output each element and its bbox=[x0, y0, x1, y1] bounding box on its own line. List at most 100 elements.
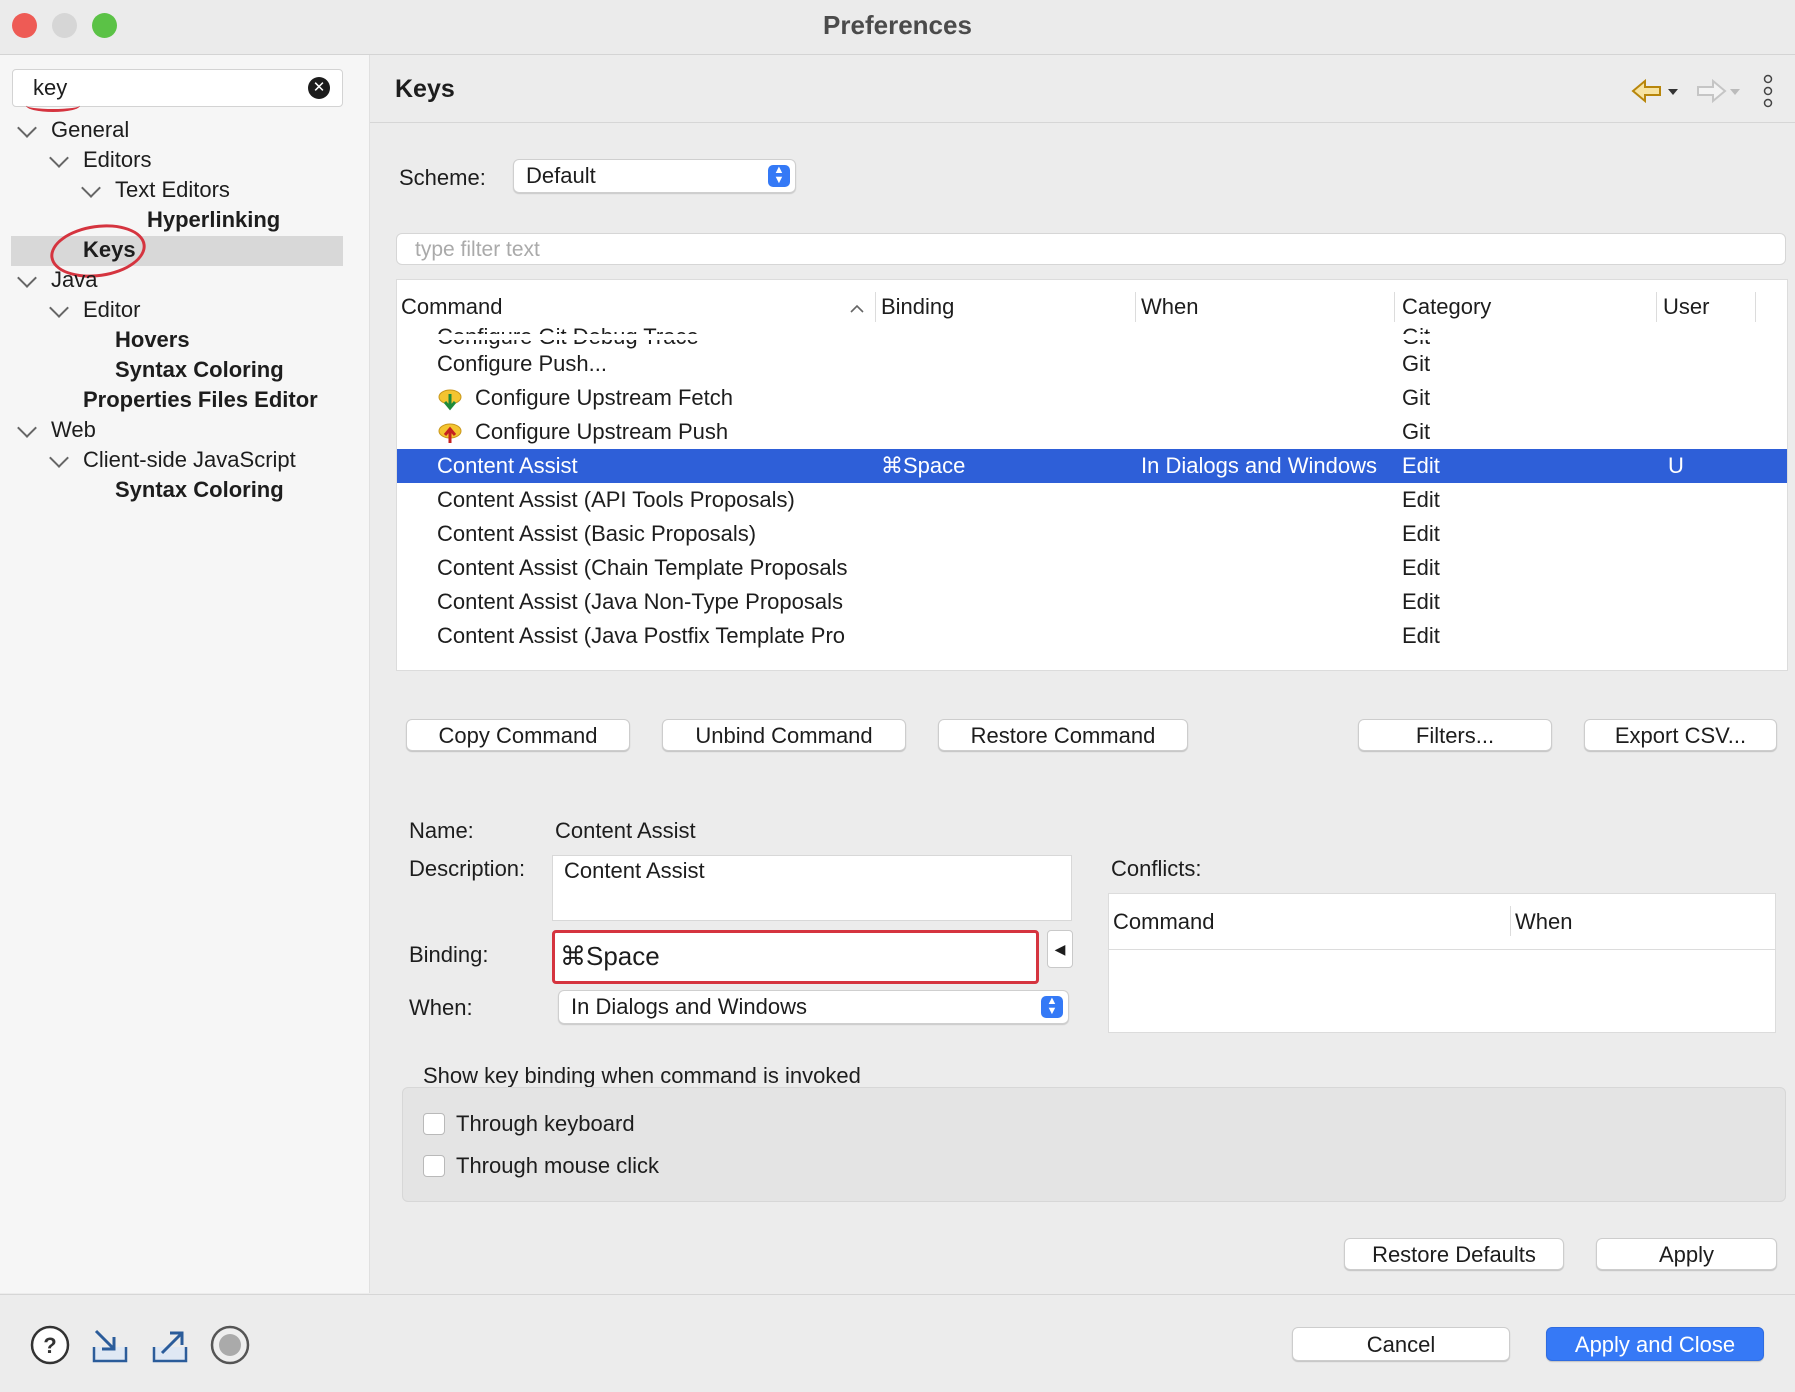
forward-arrow-icon[interactable] bbox=[1692, 77, 1742, 107]
show-binding-title: Show key binding when command is invoked bbox=[423, 1063, 861, 1088]
header-divider bbox=[370, 122, 1795, 123]
export-csv-button[interactable]: Export CSV... bbox=[1584, 719, 1777, 751]
chevron-down-icon[interactable] bbox=[17, 118, 37, 138]
row-clip bbox=[397, 334, 1787, 340]
cell-command: Content Assist (Java Postfix Template Pr… bbox=[437, 623, 845, 648]
binding-label: Binding: bbox=[409, 942, 489, 967]
tree-item-hyperlinking[interactable]: Hyperlinking bbox=[147, 205, 280, 235]
description-value: Content Assist bbox=[564, 858, 705, 883]
when-select[interactable]: In Dialogs and Windows ▲ ▼ bbox=[558, 990, 1069, 1024]
export-icon[interactable] bbox=[150, 1325, 190, 1365]
tree-item-java[interactable]: Java bbox=[51, 265, 97, 295]
title-bar: Preferences bbox=[0, 0, 1795, 55]
binding-value: ⌘Space bbox=[560, 941, 660, 971]
binding-input[interactable]: ⌘Space bbox=[552, 930, 1039, 984]
show-binding-group: Through keyboard Through mouse click bbox=[402, 1087, 1786, 1202]
push-cloud-icon bbox=[438, 423, 462, 443]
column-divider bbox=[1656, 292, 1657, 322]
through-keyboard-label[interactable]: Through keyboard bbox=[456, 1111, 635, 1137]
conflicts-column-command[interactable]: Command bbox=[1113, 909, 1214, 935]
apply-and-close-button[interactable]: Apply and Close bbox=[1546, 1327, 1764, 1361]
tree-item-editor[interactable]: Editor bbox=[83, 295, 140, 325]
table-row[interactable]: Content Assist (Java Postfix Template Pr… bbox=[397, 619, 1787, 653]
scheme-select[interactable]: Default ▲ ▼ bbox=[513, 159, 796, 193]
table-row[interactable]: Content Assist (API Tools Proposals) Edi… bbox=[397, 483, 1787, 517]
tree-item-general[interactable]: General bbox=[51, 115, 129, 145]
scheme-label: Scheme: bbox=[399, 165, 486, 190]
chevron-down-icon[interactable] bbox=[17, 418, 37, 438]
copy-command-button[interactable]: Copy Command bbox=[406, 719, 630, 751]
tree-item-editors[interactable]: Editors bbox=[83, 145, 151, 175]
sidebar: key ✕ General Editors Text Editors Hyper… bbox=[0, 55, 370, 1293]
stop-icon[interactable] bbox=[210, 1325, 250, 1365]
column-header-binding[interactable]: Binding bbox=[881, 294, 954, 320]
table-row[interactable]: Content Assist (Chain Template Proposals… bbox=[397, 551, 1787, 585]
through-mouse-label[interactable]: Through mouse click bbox=[456, 1153, 659, 1179]
command-filter-input[interactable]: type filter text bbox=[396, 233, 1786, 265]
tree-item-properties-files-editor[interactable]: Properties Files Editor bbox=[83, 385, 318, 415]
back-arrow-icon[interactable] bbox=[1630, 77, 1680, 107]
when-value: In Dialogs and Windows bbox=[571, 994, 808, 1019]
help-icon[interactable]: ? bbox=[30, 1325, 70, 1365]
restore-command-button[interactable]: Restore Command bbox=[938, 719, 1188, 751]
cell-category: Git bbox=[1402, 419, 1431, 444]
select-stepper-icon: ▲ ▼ bbox=[768, 165, 790, 187]
column-header-command[interactable]: Command bbox=[401, 294, 502, 320]
chevron-down-icon[interactable] bbox=[49, 298, 69, 318]
column-header-category[interactable]: Category bbox=[1402, 294, 1491, 320]
window-title: Preferences bbox=[823, 10, 972, 40]
binding-menu-button[interactable]: ◀ bbox=[1047, 930, 1073, 968]
import-icon[interactable] bbox=[90, 1325, 130, 1365]
cell-category: Edit bbox=[1402, 487, 1440, 512]
tree-item-syntax-coloring-js[interactable]: Syntax Coloring bbox=[115, 475, 284, 505]
chevron-down-icon[interactable] bbox=[49, 148, 69, 168]
column-divider bbox=[1135, 292, 1136, 322]
through-mouse-checkbox[interactable] bbox=[423, 1155, 445, 1177]
column-header-when[interactable]: When bbox=[1141, 294, 1198, 320]
footer: ? Cancel Apply and Close bbox=[0, 1294, 1795, 1392]
chevron-down-icon[interactable] bbox=[17, 268, 37, 288]
cell-binding: ⌘Space bbox=[881, 453, 966, 478]
name-label: Name: bbox=[409, 818, 474, 843]
chevron-down-icon[interactable] bbox=[49, 448, 69, 468]
column-divider bbox=[1394, 292, 1395, 322]
cancel-button[interactable]: Cancel bbox=[1292, 1327, 1510, 1361]
tree-item-text-editors[interactable]: Text Editors bbox=[115, 175, 230, 205]
tree-item-hovers[interactable]: Hovers bbox=[115, 325, 190, 355]
cell-command: Configure Push... bbox=[437, 351, 607, 376]
apply-button[interactable]: Apply bbox=[1596, 1238, 1777, 1270]
tree-item-syntax-coloring[interactable]: Syntax Coloring bbox=[115, 355, 284, 385]
page-title: Keys bbox=[395, 75, 455, 103]
column-header-user[interactable]: User bbox=[1663, 294, 1709, 320]
keys-table[interactable]: Command Binding When Category User Confi… bbox=[396, 279, 1788, 671]
table-row[interactable]: Configure Upstream Fetch Git bbox=[397, 381, 1787, 415]
tree-item-client-side-javascript[interactable]: Client-side JavaScript bbox=[83, 445, 296, 475]
cell-when: In Dialogs and Windows bbox=[1141, 453, 1378, 478]
table-row[interactable]: Configure Upstream Push Git bbox=[397, 415, 1787, 449]
svg-text:?: ? bbox=[43, 1333, 56, 1358]
filters-button[interactable]: Filters... bbox=[1358, 719, 1552, 751]
chevron-down-icon[interactable] bbox=[81, 178, 101, 198]
cell-category: Git bbox=[1402, 385, 1431, 410]
clear-search-icon[interactable]: ✕ bbox=[308, 77, 330, 99]
more-menu-icon[interactable] bbox=[1760, 73, 1776, 109]
description-label: Description: bbox=[409, 856, 526, 881]
cell-user: U bbox=[1668, 453, 1684, 478]
table-row-selected[interactable]: Content Assist ⌘Space In Dialogs and Win… bbox=[397, 449, 1787, 483]
conflicts-column-when[interactable]: When bbox=[1515, 909, 1572, 935]
table-row[interactable]: Configure Push... Git bbox=[397, 347, 1787, 381]
description-field[interactable]: Content Assist bbox=[552, 855, 1072, 921]
cell-category: Edit bbox=[1402, 521, 1440, 546]
conflicts-table[interactable]: Command When bbox=[1108, 893, 1776, 1033]
unbind-command-button[interactable]: Unbind Command bbox=[662, 719, 906, 751]
table-row[interactable]: Content Assist (Basic Proposals) Edit bbox=[397, 517, 1787, 551]
table-row[interactable]: Content Assist (Java Non-Type Proposals … bbox=[397, 585, 1787, 619]
through-keyboard-checkbox[interactable] bbox=[423, 1113, 445, 1135]
column-divider bbox=[875, 292, 876, 322]
column-divider bbox=[1755, 292, 1756, 322]
search-value: key bbox=[33, 75, 68, 100]
scheme-value: Default bbox=[526, 163, 596, 188]
conflicts-label: Conflicts: bbox=[1111, 856, 1202, 881]
tree-item-web[interactable]: Web bbox=[51, 415, 96, 445]
restore-defaults-button[interactable]: Restore Defaults bbox=[1344, 1238, 1564, 1270]
